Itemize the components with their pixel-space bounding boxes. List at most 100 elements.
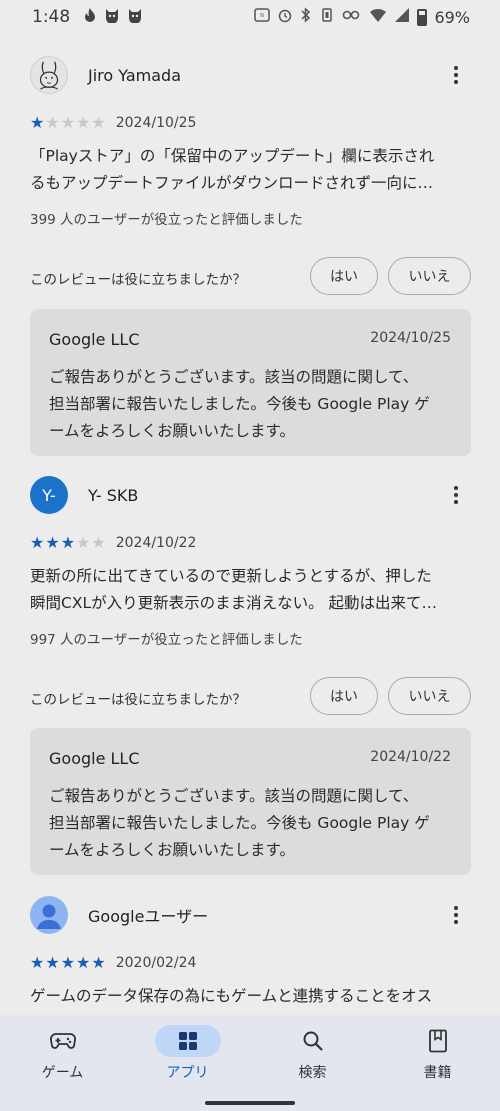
key-icon [342, 8, 362, 26]
review-text[interactable]: 更新の所に出てきているので更新しようとするが、押した 瞬間CXLが入り更新表示の… [30, 563, 470, 617]
battery-icon [417, 8, 428, 26]
rating-row: ★ ★ ★ ★ ★ 2020/02/24 [30, 953, 196, 972]
reply-text: ご報告ありがとうございます。該当の問題に関して、 担当部署に報告いたしました。今… [49, 783, 459, 864]
home-indicator[interactable] [205, 1101, 295, 1105]
more-options-icon[interactable] [444, 901, 468, 929]
reviewer-name: Jiro Yamada [88, 65, 181, 85]
reply-text-line: ームをよろしくお願いいたします。 [49, 841, 295, 859]
reply-text-line: 担当部署に報告いたしました。今後も Google Play ゲ [49, 814, 430, 832]
reply-text-line: 担当部署に報告いたしました。今後も Google Play ゲ [49, 395, 430, 413]
svg-text:N: N [261, 13, 265, 19]
bluetooth-icon [300, 7, 312, 27]
cat-icon [104, 8, 120, 27]
star-icon: ★ [60, 533, 76, 552]
more-options-icon[interactable] [444, 481, 468, 509]
rating-row: ★ ★ ★ ★ ★ 2024/10/25 [30, 113, 196, 132]
star-rating: ★ ★ ★ ★ ★ [30, 953, 106, 972]
developer-reply: Google LLC 2024/10/25 ご報告ありがとうございます。該当の問… [30, 309, 471, 456]
book-icon [405, 1025, 471, 1057]
star-icon: ★ [91, 533, 106, 552]
nav-label: 検索 [298, 1065, 327, 1081]
review-date: 2020/02/24 [115, 954, 197, 971]
reply-date: 2024/10/22 [370, 749, 451, 765]
review-header: Googleユーザー [30, 895, 208, 935]
helpful-no-button[interactable]: いいえ [388, 257, 471, 295]
star-icon: ★ [30, 113, 45, 132]
star-rating: ★ ★ ★ ★ ★ [30, 113, 106, 132]
gamepad-icon [30, 1025, 96, 1057]
review-date: 2024/10/22 [115, 534, 197, 551]
helpful-count: 997 人のユーザーが役立ったと評価しました [30, 632, 303, 648]
helpful-no-button[interactable]: いいえ [388, 677, 471, 715]
nav-item-apps[interactable]: アプリ [125, 1015, 250, 1105]
signal-icon [394, 7, 410, 27]
status-time: 1:48 [32, 7, 71, 27]
reply-text-line: ご報告ありがとうございます。該当の問題に関して、 [49, 368, 419, 386]
star-icon: ★ [45, 533, 60, 552]
star-icon: ★ [45, 953, 60, 972]
review-text-line: 瞬間CXLが入り更新表示のまま消えない。 起動は出来て… [30, 594, 438, 612]
reply-text: ご報告ありがとうございます。該当の問題に関して、 担当部署に報告いたしました。今… [49, 364, 459, 445]
battery-percent: 69% [434, 7, 470, 27]
review-header: Y- Y- SKB [30, 475, 138, 515]
star-icon: ★ [76, 953, 91, 972]
helpful-question: このレビューは役に立ちましたか？ [30, 272, 246, 288]
helpful-count: 399 人のユーザーが役立ったと評価しました [30, 212, 303, 228]
review-text[interactable]: 「Playストア」の「保留中のアップデート」欄に表示され るもアップデートファイ… [30, 143, 470, 197]
star-icon: ★ [30, 533, 45, 552]
nav-label: アプリ [166, 1065, 209, 1081]
star-icon: ★ [30, 953, 45, 972]
review-date: 2024/10/25 [115, 114, 197, 131]
star-icon: ★ [91, 953, 106, 972]
alarm-icon [277, 7, 293, 27]
rating-row: ★ ★ ★ ★ ★ 2024/10/22 [30, 533, 196, 552]
bottom-navigation: ゲーム アプリ 検索 書籍 [0, 1015, 500, 1111]
person-icon [37, 904, 61, 929]
rabbit-sketch-icon [39, 61, 59, 90]
avatar[interactable] [30, 896, 68, 934]
star-icon: ★ [91, 113, 106, 132]
helpful-question: このレビューは役に立ちましたか？ [30, 692, 246, 708]
helpful-yes-button[interactable]: はい [310, 257, 378, 295]
avatar[interactable]: Y- [30, 476, 68, 514]
reply-text-line: ームをよろしくお願いいたします。 [49, 422, 295, 440]
star-icon: ★ [60, 953, 76, 972]
wifi-icon [369, 7, 387, 27]
star-icon: ★ [76, 113, 91, 132]
apps-grid-icon [154, 1025, 221, 1057]
star-rating: ★ ★ ★ ★ ★ [30, 533, 106, 552]
review-text-line: 更新の所に出てきているので更新しようとするが、押した [30, 567, 432, 585]
review-text-line: 「Playストア」の「保留中のアップデート」欄に表示され [30, 147, 435, 165]
star-icon: ★ [60, 113, 76, 132]
vibrate-icon [319, 7, 335, 27]
star-icon: ★ [45, 113, 60, 132]
nav-item-search[interactable]: 検索 [250, 1015, 375, 1105]
reviewer-name: Googleユーザー [88, 907, 209, 926]
nav-label: ゲーム [41, 1065, 84, 1081]
review-text-line: るもアップデートファイルがダウンロードされず一向に… [30, 174, 434, 192]
search-icon [280, 1025, 346, 1057]
reviewer-name: Y- SKB [88, 485, 139, 505]
nav-label: 書籍 [423, 1065, 452, 1081]
nfc-icon: N [254, 7, 271, 27]
status-right: N 69% [254, 7, 470, 27]
review-card: Googleユーザー ★ ★ ★ ★ ★ 2020/02/24 ゲームのデータ保… [0, 895, 500, 1015]
review-text-line: ゲームのデータ保存の為にもゲームと連携することをオス [30, 987, 433, 1005]
review-header: Jiro Yamada [30, 55, 181, 95]
reply-date: 2024/10/25 [370, 330, 451, 346]
developer-name: Google LLC [49, 749, 140, 768]
flame-icon [83, 7, 97, 27]
nav-item-books[interactable]: 書籍 [375, 1015, 500, 1105]
avatar[interactable] [30, 56, 68, 94]
star-icon: ★ [76, 533, 91, 552]
cat-icon [127, 8, 143, 27]
reply-text-line: ご報告ありがとうございます。該当の問題に関して、 [49, 787, 419, 805]
developer-name: Google LLC [49, 330, 140, 349]
more-options-icon[interactable] [444, 61, 468, 89]
developer-reply: Google LLC 2024/10/22 ご報告ありがとうございます。該当の問… [30, 728, 471, 875]
helpful-yes-button[interactable]: はい [310, 677, 378, 715]
review-text[interactable]: ゲームのデータ保存の為にもゲームと連携することをオス [30, 983, 470, 1010]
nav-item-games[interactable]: ゲーム [0, 1015, 125, 1105]
status-bar: 1:48 N 69% [0, 0, 500, 34]
status-left: 1:48 [32, 7, 143, 27]
